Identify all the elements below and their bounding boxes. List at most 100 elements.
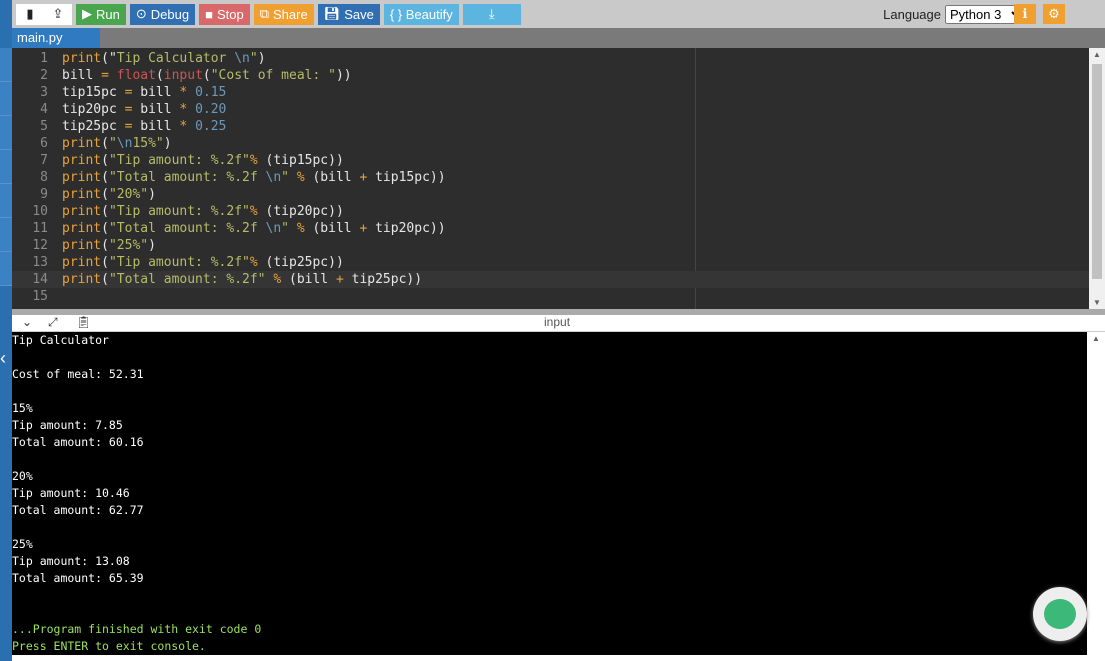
console-scrollbar[interactable]: ▲ [1087, 332, 1105, 655]
io-header: ⌄ ⤢ 📋︎ input [12, 315, 1105, 332]
code-text: tip15pc = bill * 0.15 [62, 84, 226, 101]
clipboard-icon[interactable]: 📋︎ [76, 315, 91, 329]
code-token: "25%" [108, 238, 149, 253]
code-token: % [249, 255, 258, 270]
expand-icon[interactable]: ⤢ [48, 315, 58, 330]
code-token: 0.25 [187, 119, 227, 134]
scroll-down-icon[interactable]: ▼ [1089, 298, 1105, 307]
stop-button[interactable]: ■ Stop [199, 3, 250, 25]
console-line: 15% [12, 401, 33, 415]
code-token: % [249, 204, 258, 219]
code-token: float [108, 68, 156, 83]
code-line: 5 tip25pc = bill * 0.25 [12, 118, 1089, 135]
code-token: % [289, 170, 305, 185]
gear-icon: ⚙ [1048, 6, 1060, 21]
scroll-up-icon[interactable]: ▲ [1089, 50, 1105, 59]
console-line: Tip amount: 7.85 [12, 418, 123, 432]
code-token: "Total amount: %.2f" [108, 272, 266, 287]
code-line: 8 print("Total amount: %.2f \n" % (bill +… [12, 169, 1089, 186]
code-token: (tip15pc)) [257, 153, 344, 168]
debug-label: Debug [150, 6, 190, 22]
code-token: % [249, 153, 258, 168]
code-text: bill = float(input("Cost of meal: ")) [62, 67, 352, 84]
editor-scrollbar[interactable]: ▲ ▼ [1089, 48, 1105, 309]
code-token: tip15pc [62, 85, 125, 100]
console-line: Total amount: 65.39 [12, 571, 144, 585]
code-token: ( [101, 238, 109, 253]
chevron-down-icon[interactable]: ⌄ [22, 315, 32, 329]
console-status-line: Press ENTER to exit console. [12, 639, 206, 653]
code-token: 0.15 [187, 85, 227, 100]
save-button[interactable]: 💾︎ Save [317, 3, 380, 25]
code-token: (bill [281, 272, 336, 287]
code-token: % [289, 221, 305, 236]
code-token: "Tip amount: %.2f" [108, 204, 250, 219]
line-number: 9 [40, 187, 48, 202]
code-text: print("Tip Calculator \n") [62, 50, 266, 67]
line-number: 2 [40, 68, 48, 83]
console-output[interactable]: Tip Calculator Cost of meal: 52.31 15% Tip … [12, 332, 1087, 655]
code-token: 15%" [132, 136, 164, 151]
code-token: \n [234, 51, 250, 66]
code-token: bill [132, 102, 180, 117]
code-token: tip20pc [62, 102, 125, 117]
line-number: 3 [40, 85, 48, 100]
collapse-sidebar-icon[interactable]: ‹ [0, 348, 6, 369]
code-token: = [101, 68, 109, 83]
code-line: 3 tip15pc = bill * 0.15 [12, 84, 1089, 101]
upload-button[interactable]: ⇪ [44, 3, 72, 25]
code-token: + [335, 272, 344, 287]
beautify-button[interactable]: { } Beautify [383, 3, 459, 25]
code-text: print("25%") [62, 237, 156, 254]
code-token: )) [335, 68, 352, 83]
console-line: 20% [12, 469, 33, 483]
code-token: print [62, 272, 102, 287]
code-token: print [62, 255, 102, 270]
toolbar: ▮ ⇪ ▶ Run ⊙ Debug ■ Stop ⧉ Share 💾︎ Save { } … [12, 0, 1105, 28]
code-editor[interactable]: 1 print("Tip Calculator \n") 2 bill = float… [12, 48, 1089, 309]
console-line: Tip amount: 13.08 [12, 554, 130, 568]
code-line: 13 print("Tip amount: %.2f"% (tip25pc)) [12, 254, 1089, 271]
code-token: ( [101, 136, 109, 151]
code-token: ) [148, 238, 156, 253]
chat-button[interactable] [1033, 587, 1087, 641]
tab-main-py[interactable]: main.py [12, 28, 100, 48]
code-token: print [62, 187, 102, 202]
share-button[interactable]: ⧉ Share [253, 3, 314, 25]
code-token: print [62, 221, 102, 236]
code-token: " [281, 221, 289, 236]
code-token: ( [101, 170, 109, 185]
code-text: print("Total amount: %.2f \n" % (bill + … [62, 220, 446, 237]
code-token: ( [101, 255, 109, 270]
save-label: Save [344, 6, 374, 22]
code-token: "Tip amount: %.2f" [108, 153, 250, 168]
language-selector: Language Python 3 [883, 5, 1025, 24]
io-label: input [544, 315, 571, 329]
code-line: 9 print("20%") [12, 186, 1089, 203]
chat-icon [1044, 599, 1076, 629]
code-line: 2 bill = float(input("Cost of meal: ")) [12, 67, 1089, 84]
new-file-button[interactable]: ▮ [16, 3, 44, 25]
line-number: 6 [40, 136, 48, 151]
beautify-label: { } Beautify [389, 6, 453, 22]
line-number: 11 [32, 221, 48, 236]
download-button[interactable]: ⤓ [462, 3, 521, 25]
info-button[interactable]: ℹ [1014, 4, 1036, 24]
code-token: ) [163, 136, 172, 151]
language-select[interactable]: Python 3 [945, 5, 1025, 24]
code-token: \n [265, 170, 282, 185]
code-text: print("Total amount: %.2f \n" % (bill + … [62, 169, 446, 186]
settings-button[interactable]: ⚙ [1043, 4, 1065, 24]
line-number: 1 [40, 51, 48, 66]
line-number: 13 [32, 255, 48, 270]
console-line: Tip amount: 10.46 [12, 486, 130, 500]
code-line: 14 print("Total amount: %.2f" % (bill + t… [12, 271, 1089, 288]
run-button[interactable]: ▶ Run [76, 3, 126, 25]
code-token: print [62, 51, 102, 66]
code-token: "Cost of meal: " [210, 68, 336, 83]
file-tabs: main.py [12, 28, 1105, 48]
code-text: print("\n15%") [62, 135, 172, 152]
line-number: 7 [40, 153, 48, 168]
debug-button[interactable]: ⊙ Debug [129, 3, 196, 25]
